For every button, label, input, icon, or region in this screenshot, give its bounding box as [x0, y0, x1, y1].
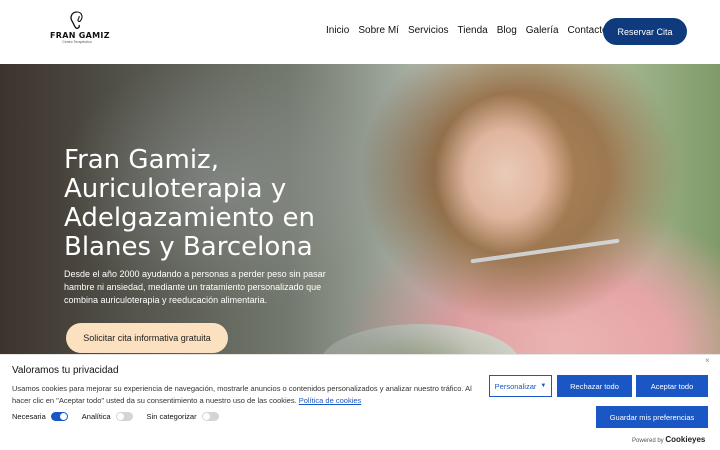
site-header: FRAN GAMIZ Centro Terapéutico Inicio Sob… — [0, 0, 720, 64]
hero-title: Fran Gamiz, Auriculoterapia y Adelgazami… — [64, 145, 315, 262]
ear-logo-icon — [70, 11, 83, 29]
toggle-switch[interactable] — [201, 412, 219, 421]
powered-by: Powered by Cookieyes — [632, 435, 705, 444]
toggle-label: Necesaria — [12, 412, 46, 421]
toggle-sin-categorizar[interactable]: Sin categorizar — [147, 412, 219, 421]
toggle-switch[interactable] — [50, 412, 68, 421]
aceptar-todo-button[interactable]: Aceptar todo — [636, 375, 708, 397]
nav-galeria[interactable]: Galería — [526, 25, 559, 36]
cookie-banner: × Valoramos tu privacidad Usamos cookies… — [0, 354, 720, 450]
nav-tienda[interactable]: Tienda — [458, 25, 488, 36]
personalizar-label: Personalizar — [494, 381, 537, 391]
nav-sobre-mi[interactable]: Sobre Mí — [358, 25, 399, 36]
nav-inicio[interactable]: Inicio — [326, 25, 349, 36]
toggle-label: Sin categorizar — [146, 412, 197, 421]
close-icon[interactable]: × — [705, 356, 710, 365]
reservar-cita-button[interactable]: Reservar Cita — [603, 18, 687, 45]
site-logo[interactable]: FRAN GAMIZ Centro Terapéutico — [50, 10, 110, 54]
nav-servicios[interactable]: Servicios — [408, 25, 449, 36]
main-nav: Inicio Sobre Mí Servicios Tienda Blog Ga… — [326, 25, 617, 36]
toggle-analitica[interactable]: Analítica — [82, 412, 133, 421]
cookie-toggles: Necesaria Analítica Sin categorizar — [12, 412, 233, 421]
nav-contacto[interactable]: Contacto — [568, 25, 608, 36]
personalizar-button[interactable]: Personalizar ▼ — [489, 375, 552, 397]
logo-name: FRAN GAMIZ — [50, 31, 110, 40]
hero-description: Desde el año 2000 ayudando a personas a … — [64, 269, 326, 305]
cookie-description: Usamos cookies para mejorar su experienc… — [12, 384, 472, 405]
cookieyes-logo: Cookieyes — [665, 435, 706, 444]
logo-subtitle: Centro Terapéutico — [62, 40, 92, 44]
guardar-preferencias-button[interactable]: Guardar mis preferencias — [596, 406, 708, 428]
toggle-switch[interactable] — [115, 412, 133, 421]
powered-prefix: Powered by — [632, 438, 664, 444]
cookie-title: Valoramos tu privacidad — [12, 365, 119, 376]
chevron-down-icon: ▼ — [540, 383, 547, 389]
rechazar-todo-button[interactable]: Rechazar todo — [557, 375, 632, 397]
cookie-text: Usamos cookies para mejorar su experienc… — [12, 383, 472, 407]
cookie-policy-link[interactable]: Política de cookies — [299, 396, 362, 405]
solicitar-cita-button[interactable]: Solicitar cita informativa gratuita — [66, 323, 228, 353]
nav-blog[interactable]: Blog — [497, 25, 517, 36]
toggle-necesaria[interactable]: Necesaria — [12, 412, 68, 421]
toggle-label: Analítica — [81, 412, 111, 421]
